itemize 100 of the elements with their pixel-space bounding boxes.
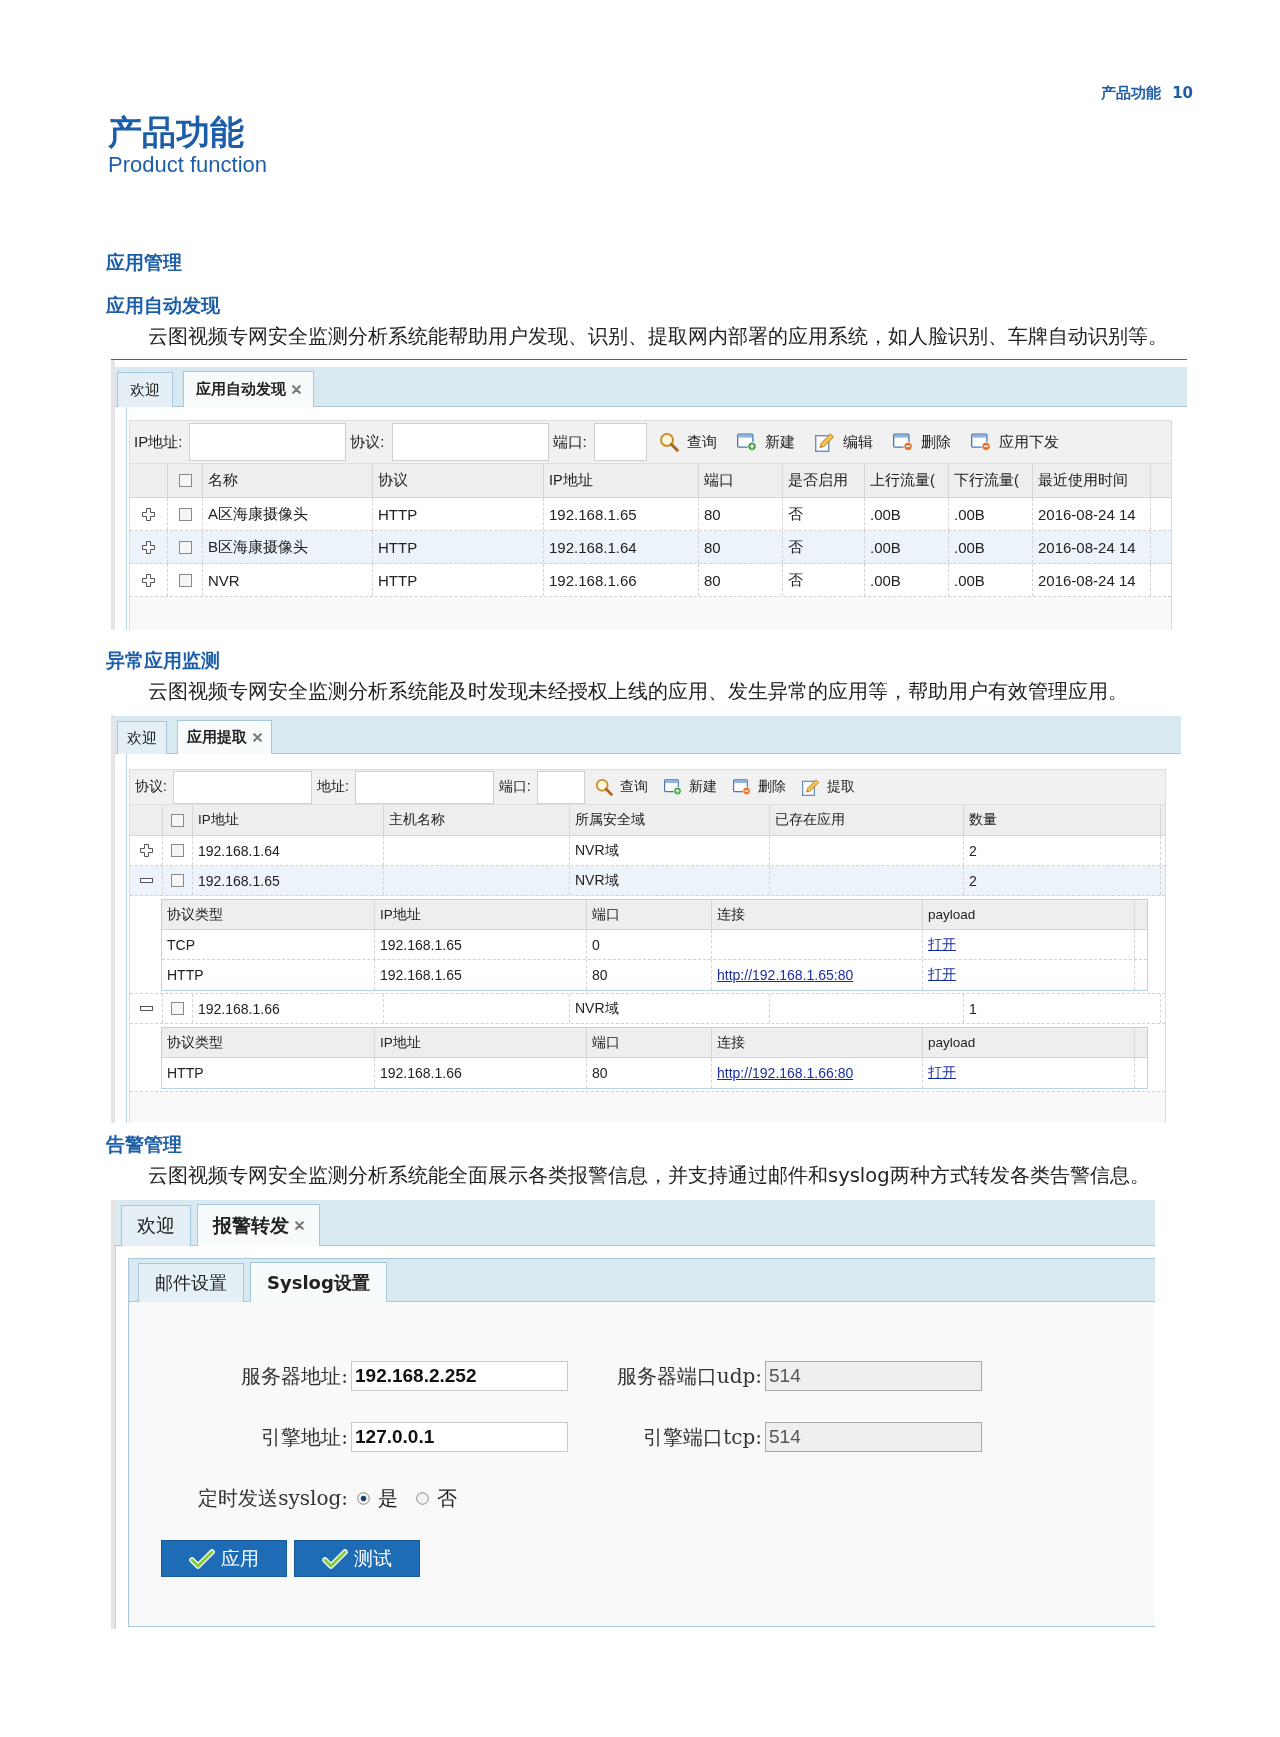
text-input[interactable]: [593, 423, 647, 461]
table-cell: .00B: [949, 498, 1033, 530]
field-label: 服务器地址:: [241, 1362, 349, 1390]
table-cell: .00B: [865, 498, 949, 530]
column-header: 端口: [587, 1028, 712, 1057]
column-header: 连接: [712, 1028, 923, 1057]
action-button[interactable]: 测试: [294, 1540, 420, 1577]
table-cell: 2: [964, 836, 1161, 865]
table-cell: HTTP: [162, 960, 375, 990]
text-input[interactable]: [536, 770, 585, 804]
window-minus-icon: [732, 778, 751, 796]
radio-button[interactable]: [416, 1491, 429, 1505]
checkbox[interactable]: [171, 874, 184, 887]
toolbar-button[interactable]: 删除: [882, 429, 961, 455]
toolbar-button[interactable]: 查询: [586, 774, 656, 800]
toolbar-button[interactable]: 新建: [655, 774, 725, 800]
column-header: 最近使用时间: [1033, 464, 1151, 497]
table-cell: 192.168.1.65: [375, 930, 587, 959]
plus-icon[interactable]: [142, 540, 155, 554]
text-input[interactable]: 192.168.2.252: [351, 1361, 568, 1391]
radio-button[interactable]: [357, 1491, 370, 1505]
toolbar-button[interactable]: 删除: [724, 774, 794, 800]
column-header: 协议: [373, 464, 544, 497]
tab[interactable]: Syslog设置: [250, 1262, 387, 1302]
checkbox[interactable]: [178, 573, 192, 587]
table-cell: .00B: [949, 564, 1033, 596]
link[interactable]: 打开: [928, 935, 956, 954]
table-cell: 80: [587, 1058, 712, 1088]
text-input[interactable]: [354, 770, 494, 804]
tab[interactable]: 应用提取: [177, 720, 272, 754]
table-cell: TCP: [162, 930, 375, 959]
plus-icon[interactable]: [142, 507, 155, 521]
checkbox[interactable]: [178, 540, 192, 554]
window-minus-icon: [892, 432, 913, 452]
table-cell: 192.168.1.66: [193, 994, 384, 1023]
table-cell: 80: [699, 564, 783, 596]
section-heading: 应用自动发现: [106, 293, 220, 318]
plus-icon[interactable]: [139, 844, 153, 857]
plus-icon[interactable]: [142, 573, 155, 587]
action-button[interactable]: 应用: [161, 1540, 287, 1577]
toolbar-button[interactable]: 查询: [648, 429, 727, 455]
table-cell: A区海康摄像头: [203, 498, 373, 530]
search-icon: [658, 432, 679, 452]
table-cell: .00B: [865, 564, 949, 596]
table-cell: 2016-08-24 14: [1033, 531, 1151, 563]
body-text: 云图视频专网安全监测分析系统能帮助用户发现、识别、提取网内部署的应用系统，如人脸识别、车牌自动识别等。: [148, 324, 1168, 350]
column-header: IP地址: [375, 900, 587, 929]
table-cell: 否: [783, 564, 865, 596]
column-header: payload: [923, 1028, 1135, 1057]
field-label: 端口:: [498, 778, 531, 796]
tab[interactable]: 报警转发: [197, 1204, 320, 1246]
column-header: payload: [923, 900, 1135, 929]
checkbox[interactable]: [171, 813, 184, 827]
table-cell: NVR域: [570, 866, 770, 895]
toolbar-button[interactable]: 应用下发: [960, 429, 1069, 455]
option-label: 否: [437, 1484, 457, 1512]
toolbar-button[interactable]: 提取: [793, 774, 863, 800]
window-plus-icon: [663, 778, 682, 796]
field-label: 地址:: [316, 778, 349, 796]
column-header: 下行流量(: [949, 464, 1033, 497]
toolbar-button[interactable]: 新建: [726, 429, 805, 455]
window-minus-icon: [970, 432, 991, 452]
checkbox[interactable]: [171, 1002, 184, 1015]
field-label: 协议:: [350, 432, 385, 452]
column-header: 端口: [699, 464, 783, 497]
field-label: 定时发送syslog:: [198, 1484, 349, 1512]
checkbox[interactable]: [178, 474, 192, 487]
table-cell: 2016-08-24 14: [1033, 498, 1151, 530]
text-input[interactable]: [172, 770, 312, 804]
minus-icon[interactable]: [139, 878, 153, 883]
field-label: 端口:: [552, 432, 587, 452]
minus-icon[interactable]: [139, 1006, 153, 1011]
link[interactable]: http://192.168.1.65:80: [717, 967, 854, 983]
close-icon[interactable]: [292, 385, 301, 394]
page-title: 产品功能: [108, 112, 244, 152]
tab[interactable]: 邮件设置: [138, 1263, 244, 1302]
column-header: 主机名称: [384, 805, 570, 835]
link[interactable]: 打开: [928, 1064, 956, 1082]
checkbox[interactable]: [171, 844, 184, 857]
text-input[interactable]: 127.0.0.1: [351, 1422, 568, 1452]
running-header: 产品功能: [1101, 83, 1162, 103]
tab[interactable]: 欢迎: [117, 372, 173, 407]
table-cell: 192.168.1.64: [193, 836, 384, 865]
text-input: 514: [765, 1422, 982, 1452]
section-heading: 告警管理: [106, 1132, 182, 1157]
link[interactable]: 打开: [928, 966, 956, 984]
column-header: 是否启用: [783, 464, 865, 497]
toolbar-button[interactable]: 编辑: [804, 429, 883, 455]
checkbox[interactable]: [178, 507, 192, 521]
close-icon[interactable]: [295, 1221, 304, 1230]
text-input[interactable]: [391, 423, 549, 461]
field-label: 协议:: [135, 778, 167, 796]
tab[interactable]: 欢迎: [117, 721, 167, 754]
text-input[interactable]: [189, 423, 347, 461]
link[interactable]: http://192.168.1.66:80: [717, 1065, 854, 1081]
close-icon[interactable]: [253, 733, 262, 742]
section-heading: 异常应用监测: [106, 648, 220, 673]
table-cell: 192.168.1.64: [544, 531, 699, 563]
tab[interactable]: 应用自动发现: [183, 371, 314, 407]
tab[interactable]: 欢迎: [121, 1205, 191, 1246]
